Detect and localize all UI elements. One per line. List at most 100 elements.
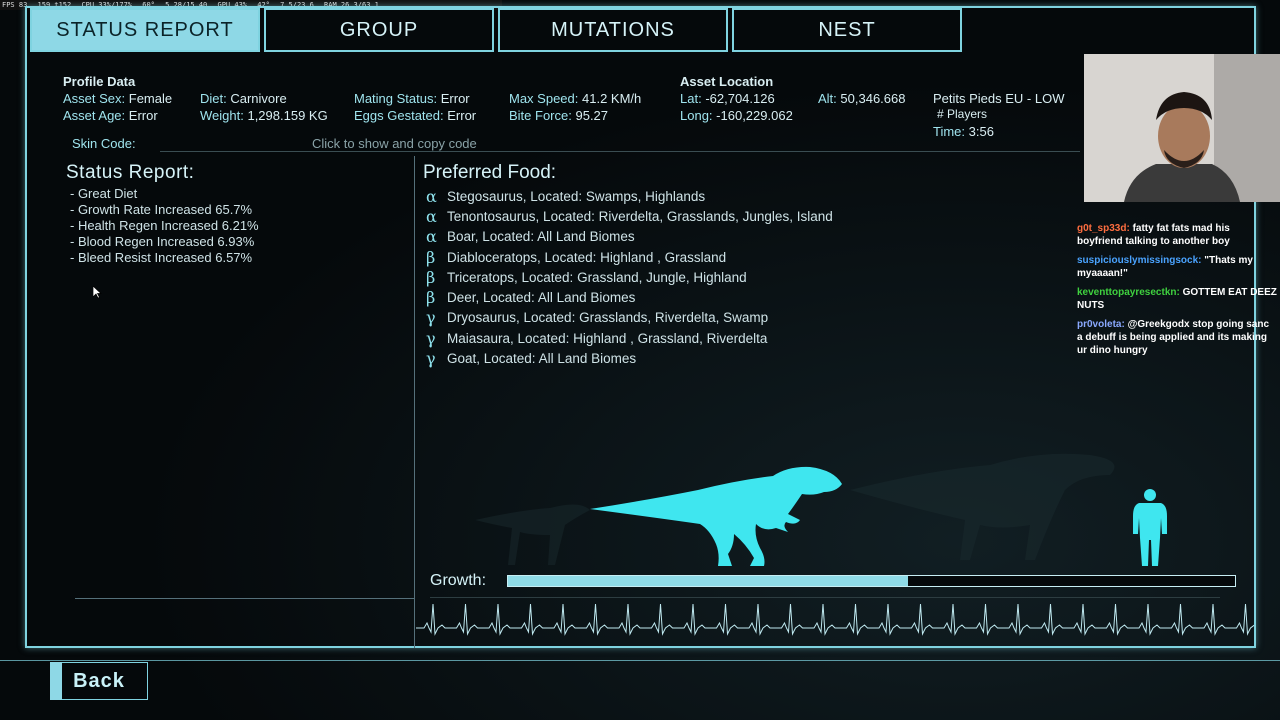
alpha-tier-icon: α: [426, 227, 437, 247]
food-item: β Triceratops, Located: Grassland, Jungle…: [426, 267, 833, 287]
stream-chat: g0t_sp33d: fatty fat fats mad his boyfri…: [1077, 222, 1277, 363]
preferred-food-list: α Stegosaurus, Located: Swamps, Highlands…: [426, 186, 833, 369]
chat-username: keventtopayresectkn:: [1077, 287, 1180, 298]
status-report-list: - Great Diet - Growth Rate Increased 65.…: [70, 186, 259, 266]
gamma-tier-icon: γ: [426, 349, 436, 369]
tab-mutations[interactable]: MUTATIONS: [498, 8, 728, 52]
bite-force-label: Bite Force:: [509, 108, 572, 123]
right-divider: [430, 597, 1220, 598]
profile-header: Profile Data: [63, 74, 136, 89]
gamma-tier-icon: γ: [426, 308, 436, 328]
mating-status: Mating Status: Error: [354, 91, 470, 106]
mouse-cursor-icon: [93, 286, 102, 299]
latitude-label: Lat:: [680, 91, 702, 106]
skin-code-copy-link[interactable]: Click to show and copy code: [312, 136, 477, 151]
weight-label: Weight:: [200, 108, 244, 123]
diet: Diet: Carnivore: [200, 91, 287, 106]
vertical-divider: [414, 156, 415, 648]
status-item: - Growth Rate Increased 65.7%: [70, 202, 253, 217]
asset-age-label: Asset Age:: [63, 108, 126, 123]
food-item: γ Maiasaura, Located: Highland , Grasslan…: [426, 328, 833, 348]
ghost-small-dinosaur-icon: [475, 504, 590, 565]
asset-sex-label: Asset Sex:: [63, 91, 126, 106]
eggs-gestated: Eggs Gestated: Error: [354, 108, 476, 123]
status-item: - Health Regen Increased 6.21%: [70, 218, 259, 233]
back-button-accent: [50, 662, 62, 700]
food-item: β Diabloceratops, Located: Highland , Gra…: [426, 247, 833, 267]
status-item: - Great Diet: [70, 186, 138, 201]
longitude: Long: -160,229.062: [680, 108, 793, 123]
max-speed: Max Speed: 41.2 KM/h: [509, 91, 641, 106]
chat-message: g0t_sp33d: fatty fat fats mad his boyfri…: [1077, 222, 1277, 248]
food-text: Diabloceratops, Located: Highland , Gras…: [447, 249, 727, 265]
latitude: Lat: -62,704.126: [680, 91, 775, 106]
tab-bar: STATUS REPORT GROUP MUTATIONS NEST: [30, 8, 962, 54]
back-button[interactable]: Back: [50, 662, 148, 700]
asset-age-value: Error: [128, 108, 158, 123]
latitude-value: -62,704.126: [705, 91, 775, 106]
altitude-value: 50,346.668: [840, 91, 906, 106]
chat-username: g0t_sp33d:: [1077, 223, 1130, 234]
weight: Weight: 1,298.159 KG: [200, 108, 328, 123]
bite-force: Bite Force: 95.27: [509, 108, 608, 123]
chat-message: keventtopayresectkn: GOTTEM EAT DEEZ NUT…: [1077, 286, 1277, 312]
fps-readout: FPS 83: [2, 1, 28, 9]
mating-status-value: Error: [440, 91, 470, 106]
eggs-gestated-value: Error: [447, 108, 477, 123]
altitude: Alt: 50,346.668: [818, 91, 906, 106]
heartbeat-trace: [416, 603, 1254, 636]
eggs-gestated-label: Eggs Gestated:: [354, 108, 444, 123]
status-item: - Blood Regen Increased 6.93%: [70, 234, 255, 249]
food-text: Deer, Located: All Land Biomes: [447, 290, 636, 306]
growth-label: Growth:: [430, 572, 487, 589]
chat-username: suspiciouslymissingsock:: [1077, 255, 1202, 266]
status-report-title: Status Report:: [66, 162, 195, 183]
gamma-tier-icon: γ: [426, 328, 436, 348]
food-item: α Boar, Located: All Land Biomes: [426, 227, 833, 247]
left-divider: [75, 598, 415, 599]
food-item: γ Dryosaurus, Located: Grasslands, Riverd…: [426, 308, 833, 328]
chat-username: pr0voleta:: [1077, 319, 1125, 330]
weight-value: 1,298.159 KG: [247, 108, 328, 123]
beta-tier-icon: β: [426, 288, 436, 308]
player-count: # Players: [937, 107, 988, 121]
tab-status-report[interactable]: STATUS REPORT: [30, 8, 260, 52]
diet-value: Carnivore: [230, 91, 287, 106]
longitude-label: Long:: [680, 108, 713, 123]
max-speed-value: 41.2 KM/h: [582, 91, 642, 106]
tab-nest[interactable]: NEST: [732, 8, 962, 52]
food-text: Goat, Located: All Land Biomes: [447, 351, 637, 367]
webcam-overlay: [1084, 54, 1280, 202]
asset-age: Asset Age: Error: [63, 108, 158, 123]
food-item: α Stegosaurus, Located: Swamps, Highlands: [426, 186, 833, 206]
heartbeat-monitor-icon: [416, 603, 1254, 636]
preferred-food-title: Preferred Food:: [423, 162, 557, 183]
streamer-webcam-icon: [1084, 54, 1280, 202]
location-header: Asset Location: [680, 74, 774, 89]
food-item: β Deer, Located: All Land Biomes: [426, 287, 833, 307]
growth-progress-bar: [507, 575, 1236, 587]
tab-group[interactable]: GROUP: [264, 8, 494, 52]
server-name: Petits Pieds EU - LOW: [933, 91, 1065, 106]
server-time: Time: 3:56: [933, 124, 994, 139]
chat-message: suspiciouslymissingsock: "Thats my myaaa…: [1077, 254, 1277, 280]
food-text: Tenontosaurus, Located: Riverdelta, Gras…: [447, 208, 833, 224]
bite-force-value: 95.27: [575, 108, 609, 123]
diet-label: Diet:: [200, 91, 227, 106]
server-time-label: Time:: [933, 124, 966, 139]
status-item: - Bleed Resist Increased 6.57%: [70, 250, 253, 265]
ghost-dinosaur-silhouette-icon: [850, 453, 1115, 560]
food-text: Triceratops, Located: Grassland, Jungle,…: [447, 269, 747, 285]
food-item: α Tenontosaurus, Located: Riverdelta, Gra…: [426, 206, 833, 226]
server-time-value: 3:56: [968, 124, 994, 139]
skin-code-divider: [160, 151, 1080, 152]
altitude-label: Alt:: [818, 91, 837, 106]
food-text: Dryosaurus, Located: Grasslands, Riverde…: [447, 310, 769, 326]
asset-sex: Asset Sex: Female: [63, 91, 172, 106]
food-text: Maiasaura, Located: Highland , Grassland…: [447, 330, 768, 346]
alpha-tier-icon: α: [426, 206, 437, 226]
bottom-bar-line: [0, 660, 1280, 661]
chat-message: pr0voleta: @Greekgodx stop going sanc a …: [1077, 318, 1277, 357]
skin-code-label: Skin Code:: [72, 136, 136, 151]
food-text: Boar, Located: All Land Biomes: [447, 229, 635, 245]
